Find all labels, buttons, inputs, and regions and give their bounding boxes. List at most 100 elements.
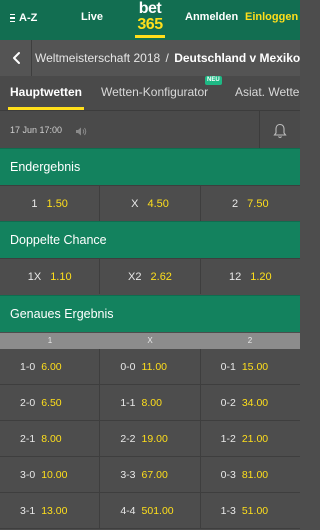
table-row: 2-1 8.00 2-2 19.00 1-2 21.00: [0, 421, 300, 457]
score-price: 6.50: [41, 396, 62, 409]
score-odds-button[interactable]: 1-0 6.00: [0, 349, 101, 384]
correct-score-column-headers: 1 X 2: [0, 333, 300, 349]
score-price: 8.00: [141, 396, 162, 409]
score-odds-button[interactable]: 3-3 67.00: [100, 457, 201, 492]
logo-underline: [135, 35, 165, 38]
score-label: 2-1: [20, 432, 36, 445]
table-row: 3-1 13.00 4-4 501.00 1-3 51.00: [0, 493, 300, 529]
score-price: 10.00: [41, 468, 68, 481]
table-row: 1-0 6.00 0-0 11.00 0-1 15.00: [0, 349, 300, 385]
score-price: 51.00: [241, 504, 269, 517]
breadcrumb-match: Deutschland v Mexiko: [174, 51, 300, 65]
score-label: 0-2: [220, 396, 236, 409]
breadcrumb-divider: [31, 40, 32, 76]
table-row: 3-0 10.00 3-3 67.00 0-3 81.00: [0, 457, 300, 493]
odds-button-draw[interactable]: X 4.50: [100, 186, 201, 221]
score-odds-button[interactable]: 1-3 51.00: [201, 493, 300, 528]
odds-button-home[interactable]: 1 1.50: [0, 186, 101, 221]
odds-button-1x[interactable]: 1X 1.10: [0, 259, 101, 294]
score-label: 1-3: [220, 504, 236, 517]
market-tabs: Hauptwetten Wetten-Konfigurator NEU Asia…: [0, 76, 300, 110]
selection-price: 1.20: [250, 270, 272, 283]
speaker-icon[interactable]: [75, 124, 87, 136]
info-divider: [259, 111, 260, 149]
score-odds-button[interactable]: 3-1 13.00: [0, 493, 101, 528]
odds-button-x2[interactable]: X2 2.62: [100, 259, 201, 294]
score-odds-button[interactable]: 0-1 15.00: [201, 349, 300, 384]
score-label: 3-0: [20, 468, 36, 481]
selection-label: X: [131, 197, 139, 210]
score-odds-button[interactable]: 2-1 8.00: [0, 421, 101, 456]
breadcrumb-separator: /: [165, 51, 169, 65]
market-header-doppelte-chance[interactable]: Doppelte Chance: [0, 221, 300, 258]
breadcrumb-league[interactable]: Weltmeisterschaft 2018: [35, 51, 160, 65]
az-menu-button[interactable]: A-Z: [10, 10, 37, 26]
score-label: 0-0: [120, 360, 136, 373]
table-row: 2-0 6.50 1-1 8.00 0-2 34.00: [0, 385, 300, 421]
score-label: 0-1: [220, 360, 236, 373]
column-header-away: 2: [247, 336, 253, 345]
score-odds-button[interactable]: 1-2 21.00: [201, 421, 300, 456]
tab-wetten-konfigurator[interactable]: Wetten-Konfigurator: [101, 85, 208, 99]
breadcrumb-path: Weltmeisterschaft 2018 / Deutschland v M…: [35, 51, 300, 65]
score-price: 15.00: [241, 360, 269, 373]
score-label: 3-1: [20, 504, 36, 517]
register-link[interactable]: Einloggen: [245, 11, 298, 23]
selection-label: 12: [228, 270, 242, 283]
event-info-bar: 17 Jun 17:00: [0, 110, 300, 149]
selection-price: 2.62: [150, 270, 172, 283]
score-label: 1-2: [220, 432, 236, 445]
score-odds-button[interactable]: 0-0 11.00: [100, 349, 201, 384]
tab-asiat-wetten[interactable]: Asiat. Wetten: [235, 85, 300, 99]
bell-icon[interactable]: [273, 123, 287, 139]
score-odds-button[interactable]: 2-0 6.50: [0, 385, 101, 420]
score-price: 8.00: [41, 432, 62, 445]
score-price: 13.00: [41, 504, 68, 517]
selection-label: 2: [232, 197, 239, 210]
score-price: 67.00: [141, 468, 168, 481]
score-label: 1-1: [120, 396, 136, 409]
odds-button-12[interactable]: 12 1.20: [201, 259, 300, 294]
score-price: 11.00: [141, 360, 168, 373]
market-header-endergebnis[interactable]: Endergebnis: [0, 148, 300, 185]
selection-label: 1X: [27, 270, 42, 283]
score-odds-button[interactable]: 0-2 34.00: [201, 385, 300, 420]
score-price: 6.00: [41, 360, 62, 373]
menu-icon: [10, 13, 15, 23]
breadcrumb: Weltmeisterschaft 2018 / Deutschland v M…: [0, 40, 300, 76]
correct-score-grid: 1-0 6.00 0-0 11.00 0-1 15.00 2-0 6.50 1-1 8.0…: [0, 349, 300, 529]
score-label: 3-3: [120, 468, 136, 481]
score-label: 0-3: [220, 468, 236, 481]
event-datetime: 17 Jun 17:00: [10, 125, 63, 135]
score-price: 34.00: [241, 396, 269, 409]
score-odds-button[interactable]: 0-3 81.00: [201, 457, 300, 492]
score-price: 19.00: [141, 432, 168, 445]
selection-label: X2: [128, 270, 142, 283]
score-label: 4-4: [120, 504, 136, 517]
score-price: 21.00: [241, 432, 269, 445]
bet365-logo[interactable]: bet 365: [130, 1, 170, 39]
selection-price: 4.50: [147, 197, 169, 210]
back-chevron-icon[interactable]: [10, 51, 24, 65]
selection-price: 1.10: [50, 270, 72, 283]
column-header-home: 1: [47, 336, 53, 345]
market-header-genaues-ergebnis[interactable]: Genaues Ergebnis: [0, 295, 300, 332]
score-label: 2-0: [20, 396, 36, 409]
score-odds-button[interactable]: 3-0 10.00: [0, 457, 101, 492]
login-link[interactable]: Anmelden: [185, 11, 238, 23]
tab-hauptwetten[interactable]: Hauptwetten: [10, 85, 82, 99]
new-badge: NEU: [205, 76, 222, 85]
score-price: 81.00: [241, 468, 269, 481]
logo-text-line2: 365: [137, 16, 163, 33]
az-menu-label: A-Z: [19, 12, 38, 24]
selection-price: 1.50: [46, 197, 68, 210]
top-bar: A-Z Live bet 365 Anmelden Einloggen: [0, 0, 300, 40]
score-label: 2-2: [120, 432, 136, 445]
score-odds-button[interactable]: 2-2 19.00: [100, 421, 201, 456]
selection-label: 1: [31, 197, 38, 210]
odds-button-away[interactable]: 2 7.50: [201, 186, 300, 221]
score-odds-button[interactable]: 4-4 501.00: [100, 493, 201, 528]
selection-price: 7.50: [247, 197, 269, 210]
score-odds-button[interactable]: 1-1 8.00: [100, 385, 201, 420]
live-link[interactable]: Live: [81, 11, 103, 23]
